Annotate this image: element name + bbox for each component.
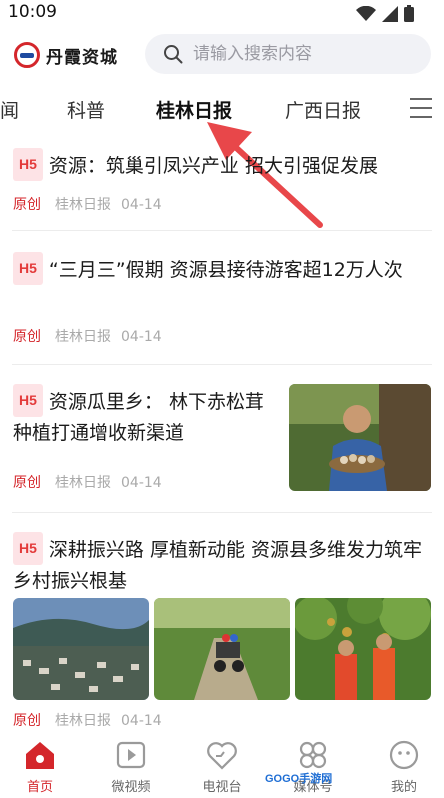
article-title: H5 “三月三”假期 资源县接待游客超12万人次 xyxy=(13,252,433,286)
article-thumbnail-tractor xyxy=(154,598,290,700)
divider xyxy=(12,230,432,231)
original-tag: 原创 xyxy=(13,329,41,345)
article-title-text: 资源：筑巢引凤兴产业 招大引强促发展 xyxy=(48,155,378,177)
video-icon xyxy=(116,741,146,769)
original-tag: 原创 xyxy=(13,475,41,491)
original-tag: 原创 xyxy=(13,713,41,729)
article-date: 04-14 xyxy=(121,197,162,213)
article-date: 04-14 xyxy=(121,713,162,729)
nav-profile-label: 我的 xyxy=(390,780,417,795)
search-bar[interactable] xyxy=(145,34,431,74)
article-title-text: 深耕振兴路 厚植新动能 资源县多维发力筑牢乡村振兴根基 xyxy=(13,539,422,592)
article-meta: 原创 桂林日报 04-14 xyxy=(13,326,162,346)
article-title: H5 深耕振兴路 厚植新动能 资源县多维发力筑牢乡村振兴根基 xyxy=(13,532,433,597)
status-icons xyxy=(356,5,414,22)
battery-icon xyxy=(404,5,414,22)
nav-micro-video[interactable]: 微视频 xyxy=(91,738,171,795)
wifi-icon xyxy=(356,5,376,21)
nav-micro-video-label: 微视频 xyxy=(111,780,151,795)
article-thumbnail-orchard xyxy=(295,598,431,700)
brand-logo: 丹霞资城 xyxy=(14,42,118,68)
nav-tv[interactable]: 电视台 xyxy=(182,738,262,795)
article-meta: 原创 桂林日报 04-14 xyxy=(13,194,162,214)
profile-icon xyxy=(389,740,419,770)
h5-badge: H5 xyxy=(13,252,43,285)
status-bar: 10:09 xyxy=(0,0,444,26)
bottom-nav: 首页 微视频 电视台 媒体号 我的 xyxy=(0,730,444,798)
original-tag: 原创 xyxy=(13,197,41,213)
status-time: 10:09 xyxy=(8,2,57,22)
nav-home[interactable]: 首页 xyxy=(0,738,80,795)
signal-icon xyxy=(382,5,398,22)
nav-media[interactable]: 媒体号 xyxy=(273,738,353,795)
article-date: 04-14 xyxy=(121,475,162,491)
divider xyxy=(12,512,432,513)
article-title-text: “三月三”假期 资源县接待游客超12万人次 xyxy=(48,259,403,281)
search-input[interactable] xyxy=(193,44,413,64)
tab-guilin-daily[interactable]: 桂林日报 xyxy=(156,96,232,123)
search-icon xyxy=(164,45,183,64)
brand-name: 丹霞资城 xyxy=(46,47,118,68)
tab-science[interactable]: 科普 xyxy=(67,96,105,123)
article-title: H5 资源：筑巢引凤兴产业 招大引强促发展 xyxy=(13,148,433,182)
article-source: 桂林日报 xyxy=(55,713,111,729)
h5-badge: H5 xyxy=(13,532,43,565)
nav-profile[interactable]: 我的 xyxy=(364,738,444,795)
h5-badge: H5 xyxy=(13,148,43,181)
brand-logo-icon xyxy=(14,42,40,68)
tab-menu-icon[interactable] xyxy=(410,98,432,118)
h5-badge: H5 xyxy=(13,384,43,417)
watermark-logo: GOGO手游网 xyxy=(265,773,333,785)
channel-tabs: 闻 科普 桂林日报 广西日报 xyxy=(0,88,444,132)
app-header: 丹霞资城 xyxy=(0,30,444,82)
article-source: 桂林日报 xyxy=(55,197,111,213)
article-source: 桂林日报 xyxy=(55,329,111,345)
article-date: 04-14 xyxy=(121,329,162,345)
article-meta: 原创 桂林日报 04-14 xyxy=(13,710,162,730)
tab-guangxi-daily[interactable]: 广西日报 xyxy=(285,96,361,123)
home-icon xyxy=(26,742,54,769)
nav-tv-label: 电视台 xyxy=(202,780,242,795)
article-title: H5 资源瓜里乡： 林下赤松茸种植打通增收新渠道 xyxy=(13,384,278,449)
article-thumbnail-farmer xyxy=(289,384,431,491)
tab-news[interactable]: 闻 xyxy=(0,96,19,123)
article-title-text: 资源瓜里乡： 林下赤松茸种植打通增收新渠道 xyxy=(13,391,264,444)
tabs-fade xyxy=(372,88,402,132)
article-meta: 原创 桂林日报 04-14 xyxy=(13,472,162,492)
media-icon xyxy=(299,741,327,769)
nav-home-label: 首页 xyxy=(26,780,53,795)
article-thumbnail-town xyxy=(13,598,149,700)
article-source: 桂林日报 xyxy=(55,475,111,491)
divider xyxy=(12,364,432,365)
tv-heart-icon xyxy=(207,742,237,770)
